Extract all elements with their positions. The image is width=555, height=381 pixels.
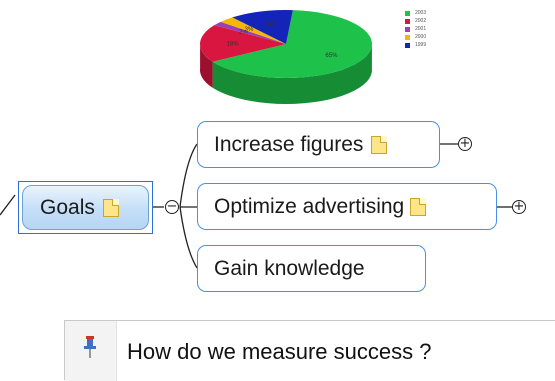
pushpin-icon	[84, 336, 96, 358]
branch-label: Optimize advertising	[214, 194, 405, 218]
branch-topic-optimize-advertising[interactable]: Optimize advertising	[197, 183, 497, 230]
branch-label: Increase figures	[214, 132, 364, 156]
branch-label: Gain knowledge	[214, 256, 365, 280]
note-icon[interactable]	[102, 198, 119, 217]
callout-text: How do we measure success ?	[127, 339, 432, 364]
plus-circle-icon[interactable]: +	[458, 137, 472, 151]
central-topic-label: Goals	[40, 195, 95, 219]
callout-icon-strip	[65, 321, 117, 381]
central-topic-goals[interactable]: Goals	[18, 181, 153, 234]
note-icon[interactable]	[371, 135, 388, 154]
note-icon[interactable]	[410, 197, 427, 216]
central-topic-body[interactable]: Goals	[22, 185, 149, 230]
branch-topic-gain-knowledge[interactable]: Gain knowledge	[197, 245, 426, 292]
minus-circle-icon[interactable]: −	[165, 200, 179, 214]
callout-panel[interactable]: How do we measure success ?	[64, 320, 555, 381]
branch-topic-increase-figures[interactable]: Increase figures	[197, 121, 440, 168]
plus-circle-icon[interactable]: +	[512, 200, 526, 214]
